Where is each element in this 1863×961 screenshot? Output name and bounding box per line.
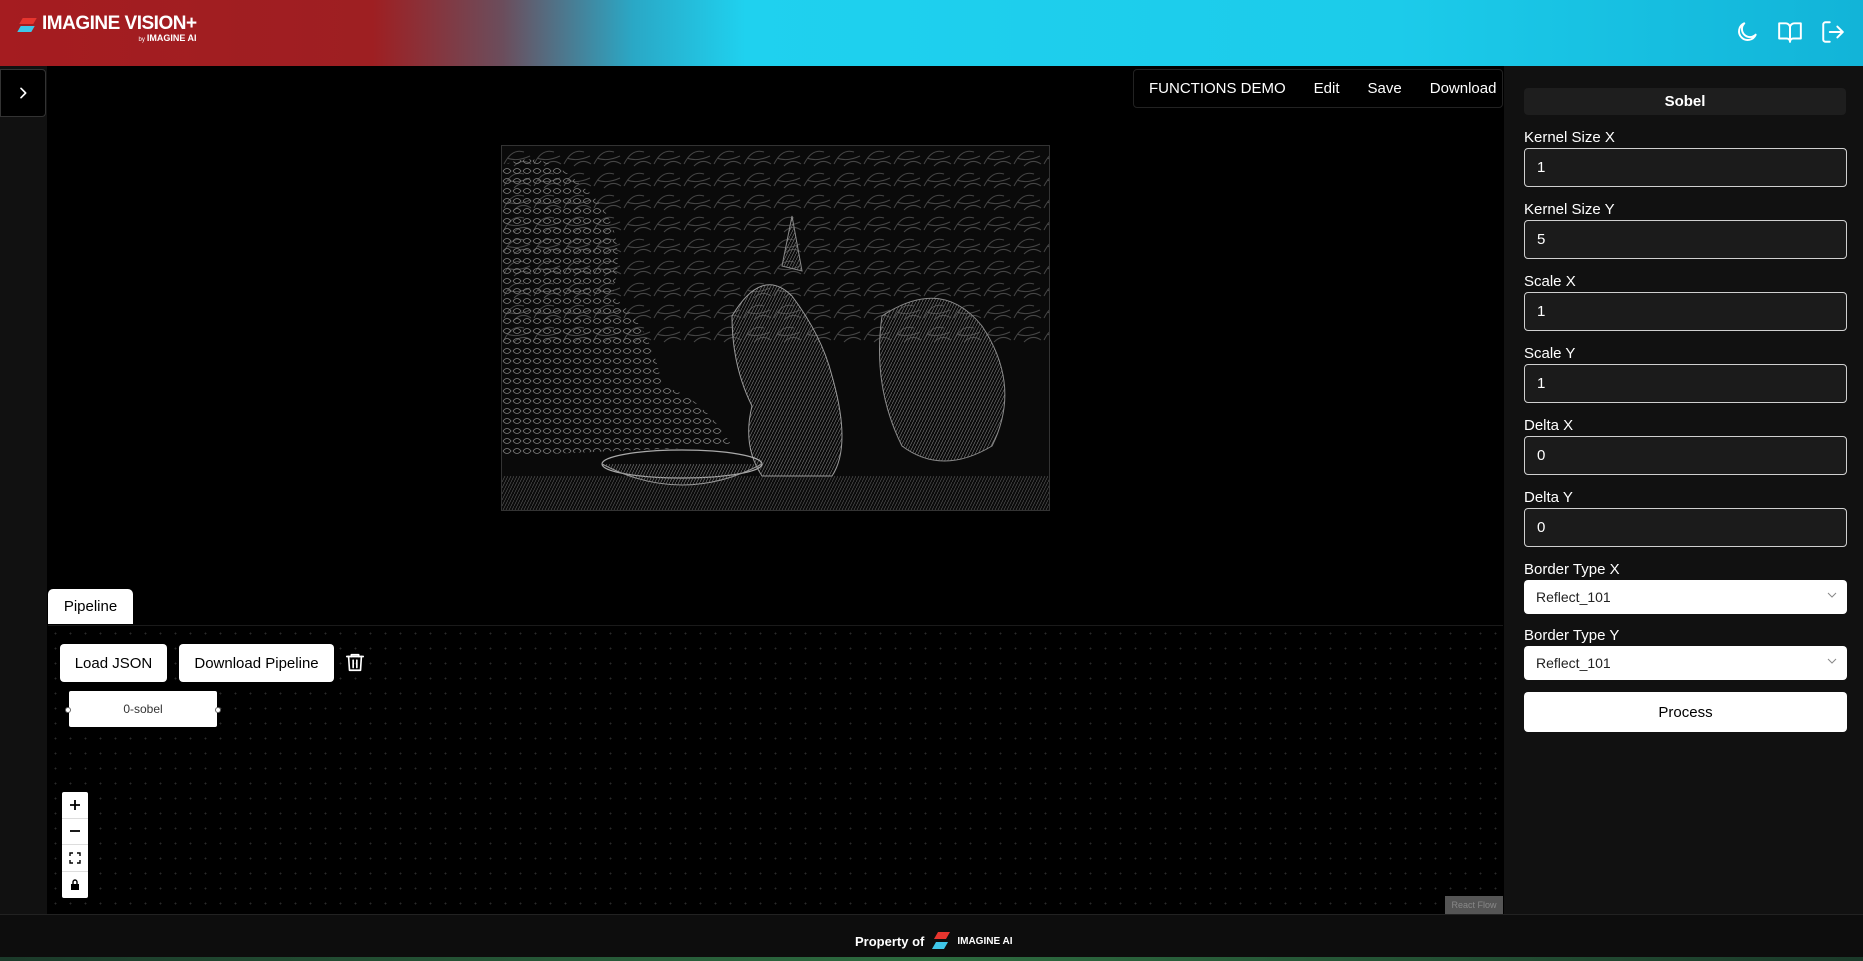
lock-button[interactable] [62, 872, 88, 899]
fit-view-button[interactable] [62, 845, 88, 872]
scale-y-label: Scale Y [1524, 345, 1576, 362]
tab-pipeline[interactable]: Pipeline [48, 589, 133, 624]
brand-sub: by IMAGINE AI [138, 33, 197, 43]
brand-name: IMAGINE VISION+ [42, 13, 197, 34]
border-type-y-select[interactable]: Reflect_101 [1524, 646, 1847, 680]
download-button[interactable]: Download [1430, 80, 1497, 97]
delta-x-label: Delta X [1524, 417, 1574, 434]
brand-logo[interactable]: IMAGINE VISION+ by IMAGINE AI [17, 13, 197, 45]
expand-sidebar-button[interactable] [0, 69, 46, 117]
kernel-size-x-input[interactable]: 1 [1524, 148, 1847, 187]
functions-toolbar: FUNCTIONS DEMO Edit Save Download [1133, 69, 1503, 108]
book-open-icon[interactable] [1777, 19, 1803, 45]
left-sidebar [0, 66, 47, 914]
footer-accent-bar [0, 957, 1863, 961]
scale-x-label: Scale X [1524, 273, 1576, 290]
process-button[interactable]: Process [1524, 692, 1847, 732]
sobel-output-image [502, 146, 1049, 510]
edit-button[interactable]: Edit [1314, 80, 1340, 97]
footer-brand: IMAGINE AI [957, 935, 1013, 947]
flow-controls [62, 792, 88, 898]
pipeline-node-sobel[interactable]: 0-sobel [69, 691, 217, 727]
zoom-out-button[interactable] [62, 819, 88, 845]
scale-x-input[interactable]: 1 [1524, 292, 1847, 331]
save-button[interactable]: Save [1368, 80, 1402, 97]
delta-y-input[interactable]: 0 [1524, 508, 1847, 547]
chevron-down-icon [1827, 592, 1837, 598]
chevron-right-icon [20, 87, 27, 99]
footer-text: Property of [855, 933, 925, 949]
border-type-x-select[interactable]: Reflect_101 [1524, 580, 1847, 614]
border-type-x-value: Reflect_101 [1536, 589, 1611, 605]
zoom-in-button[interactable] [62, 792, 88, 819]
node-output-handle[interactable] [215, 707, 221, 713]
delta-y-label: Delta Y [1524, 489, 1573, 506]
kernel-size-y-label: Kernel Size Y [1524, 201, 1615, 218]
processed-image [501, 145, 1050, 511]
moon-icon[interactable] [1734, 19, 1760, 45]
app-header: IMAGINE VISION+ by IMAGINE AI [0, 0, 1863, 66]
plus-icon [70, 799, 80, 810]
fit-view-icon [69, 852, 81, 864]
border-type-y-label: Border Type Y [1524, 627, 1620, 644]
kernel-size-y-input[interactable]: 5 [1524, 220, 1847, 259]
node-input-handle[interactable] [65, 707, 71, 713]
logo-mark-icon [17, 16, 38, 36]
download-pipeline-button[interactable]: Download Pipeline [179, 644, 334, 682]
lock-icon [71, 879, 79, 890]
border-type-x-label: Border Type X [1524, 561, 1620, 578]
delta-x-input[interactable]: 0 [1524, 436, 1847, 475]
panel-title: Sobel [1524, 88, 1846, 115]
toolbar-title[interactable]: FUNCTIONS DEMO [1149, 80, 1286, 97]
scale-y-input[interactable]: 1 [1524, 364, 1847, 403]
trash-icon[interactable] [344, 651, 366, 673]
kernel-size-x-label: Kernel Size X [1524, 129, 1615, 146]
chevron-down-icon [1827, 658, 1837, 664]
logout-icon[interactable] [1820, 19, 1846, 45]
minus-icon [70, 830, 80, 833]
border-type-y-value: Reflect_101 [1536, 655, 1611, 671]
react-flow-attribution[interactable]: React Flow [1445, 896, 1503, 914]
imagine-ai-logo-icon [932, 930, 954, 952]
load-json-button[interactable]: Load JSON [60, 644, 167, 682]
footer-credit: Property of IMAGINE AI [855, 930, 1013, 952]
